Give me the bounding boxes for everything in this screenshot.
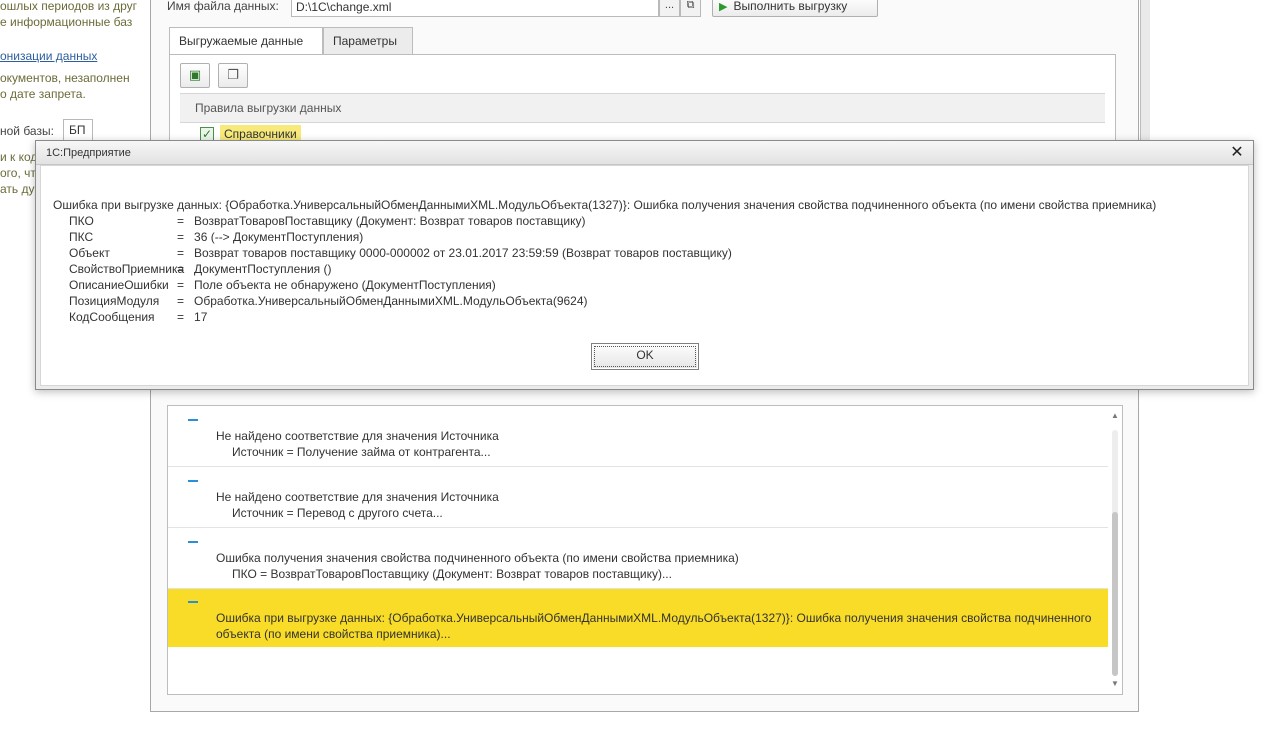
- log-message: Не найдено соответствие для значения Ист…: [216, 490, 499, 504]
- grid-header: Правила выгрузки данных: [180, 93, 1105, 123]
- focus-ring: [594, 346, 696, 367]
- log-message: Не найдено соответствие для значения Ист…: [216, 429, 499, 443]
- dialog-body: Ошибка при выгрузке данных: {Обработка.У…: [40, 165, 1249, 386]
- detail-key: СвойствоПриемника: [69, 262, 185, 276]
- check-all-button[interactable]: ▣: [180, 63, 210, 88]
- run-export-button[interactable]: ▶ Выполнить выгрузку: [712, 0, 878, 17]
- open-file-button[interactable]: ⧉: [680, 0, 701, 17]
- side-text: о дате запрета.: [0, 87, 86, 101]
- log-scrollbar[interactable]: ▲ ▼: [1111, 412, 1119, 688]
- list-item[interactable]: Ошибка получения значения свойства подчи…: [168, 528, 1108, 589]
- scroll-up-icon[interactable]: ▲: [1111, 412, 1119, 420]
- error-message: Ошибка при выгрузке данных: {Обработка.У…: [53, 198, 1157, 212]
- detail-key: ПКО: [69, 214, 94, 228]
- detail-row: КодСообщения = 17: [69, 310, 208, 324]
- checkbox-icon[interactable]: ✓: [200, 127, 214, 141]
- detail-row: ОписаниеОшибки = Поле объекта не обнаружен…: [69, 278, 496, 292]
- base-label: ной базы:: [0, 124, 54, 138]
- detail-row: ПКО = ВозвратТоваровПоставщику (Документ: …: [69, 214, 586, 228]
- run-export-label: Выполнить выгрузку: [733, 0, 848, 13]
- log-detail: Источник = Получение займа от контрагент…: [232, 445, 491, 459]
- base-field[interactable]: БП: [63, 119, 93, 141]
- detail-value: Возврат товаров поставщику 0000-000002 о…: [194, 246, 732, 260]
- side-text: е информационные баз: [0, 15, 133, 29]
- tab-parameters[interactable]: Параметры: [323, 27, 413, 55]
- detail-key: КодСообщения: [69, 310, 155, 324]
- log-detail: Источник = Перевод с другого счета...: [232, 506, 443, 520]
- side-text: ать ду: [0, 182, 35, 196]
- file-path-input[interactable]: D:\1C\change.xml: [291, 0, 659, 17]
- detail-value: 36 (--> ДокументПоступления): [194, 230, 364, 244]
- detail-value: Поле объекта не обнаружено (ДокументПост…: [194, 278, 496, 292]
- selected-list-item[interactable]: Ошибка при выгрузке данных: {Обработка.У…: [168, 589, 1108, 647]
- log-message: Ошибка получения значения свойства подчи…: [216, 551, 739, 565]
- dash-icon: [188, 480, 198, 482]
- check-all-icon: ▣: [188, 67, 202, 82]
- detail-value: Обработка.УниверсальныйОбменДаннымиXML.М…: [194, 294, 588, 308]
- uncheck-all-button[interactable]: ❐: [218, 63, 248, 88]
- detail-key: ОписаниеОшибки: [69, 278, 169, 292]
- detail-value: ДокументПоступления (): [194, 262, 332, 276]
- error-dialog: 1С:Предприятие ✕ Ошибка при выгрузке дан…: [35, 140, 1254, 390]
- list-item[interactable]: Не найдено соответствие для значения Ист…: [168, 406, 1108, 467]
- detail-key: Объект: [69, 246, 110, 260]
- detail-row: СвойствоПриемника= ДокументПоступления (): [69, 262, 332, 276]
- detail-value: ВозвратТоваровПоставщику (Документ: Возв…: [194, 214, 586, 228]
- detail-key: ПКС: [69, 230, 94, 244]
- list-item[interactable]: Не найдено соответствие для значения Ист…: [168, 467, 1108, 528]
- log-detail: ПКО = ВозвратТоваровПоставщику (Документ…: [232, 567, 672, 581]
- dialog-titlebar: 1С:Предприятие ✕: [36, 141, 1253, 165]
- tab-export-data[interactable]: Выгружаемые данные: [169, 27, 323, 56]
- side-text: и к код: [0, 150, 38, 164]
- window-border: [1140, 0, 1150, 149]
- sync-link[interactable]: онизации данных: [0, 49, 97, 63]
- detail-key: ПозицияМодуля: [69, 294, 160, 308]
- detail-value: 17: [194, 310, 208, 324]
- detail-row: ПозицияМодуля = Обработка.УниверсальныйОбм…: [69, 294, 588, 308]
- side-text: ого, чт: [0, 166, 36, 180]
- uncheck-all-icon: ❐: [227, 67, 239, 82]
- detail-row: Объект = Возврат товаров поставщику 0000-0…: [69, 246, 732, 260]
- detail-row: ПКС = 36 (--> ДокументПоступления): [69, 230, 364, 244]
- dialog-title: 1С:Предприятие: [46, 147, 131, 159]
- message-log: Не найдено соответствие для значения Ист…: [167, 405, 1123, 695]
- scroll-thumb[interactable]: [1112, 512, 1118, 676]
- side-text: окументов, незаполнен: [0, 71, 130, 85]
- browse-button[interactable]: ...: [659, 0, 680, 17]
- ok-button[interactable]: OK: [591, 343, 699, 370]
- dash-icon: [188, 419, 198, 421]
- log-message: Ошибка при выгрузке данных: {Обработка.У…: [216, 611, 1092, 641]
- dash-icon: [188, 601, 198, 603]
- close-icon[interactable]: ✕: [1229, 143, 1245, 163]
- dash-icon: [188, 541, 198, 543]
- scroll-down-icon[interactable]: ▼: [1111, 680, 1119, 688]
- play-icon: ▶: [719, 1, 728, 13]
- file-label: Имя файла данных:: [167, 0, 279, 13]
- side-text: ошлых периодов из друг: [0, 0, 138, 13]
